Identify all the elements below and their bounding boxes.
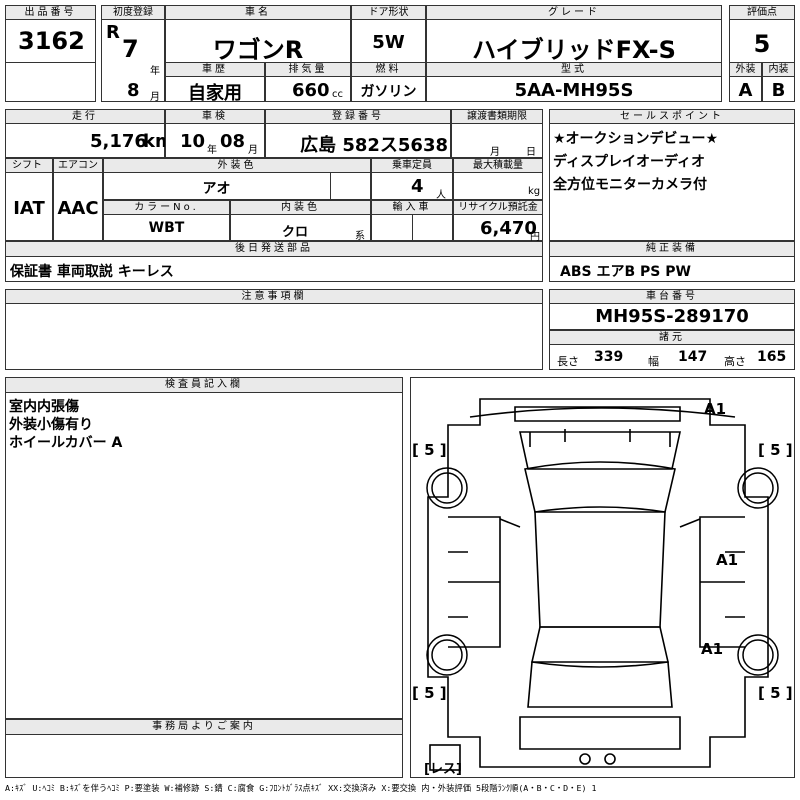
ext-color-header: 外装色 <box>103 158 371 173</box>
width-label: 幅 <box>648 355 659 368</box>
car-body-diagram <box>426 398 779 771</box>
tire-front-right: [ 5 ] <box>758 441 793 459</box>
displacement: 660 <box>292 80 330 101</box>
office-header: 事務局よりご案内 <box>5 719 403 735</box>
ext-color: アオ <box>202 181 231 197</box>
door-header: ドア形状 <box>351 5 426 20</box>
era: R <box>106 22 120 43</box>
recycle-header: リサイクル預託金 <box>453 200 543 215</box>
capacity-header: 乗車定員 <box>371 158 453 173</box>
transfer-day: 日 <box>526 147 536 158</box>
insp-year: 10 <box>180 131 206 152</box>
width: 147 <box>678 349 708 365</box>
import-header: 輸入車 <box>371 200 453 215</box>
later-parts-header: 後日発送部品 <box>5 241 543 257</box>
door-type: 5W <box>372 32 405 53</box>
displacement-header: 排気量 <box>265 62 351 77</box>
insp-month: 08 <box>220 131 246 152</box>
inspector-note-2: 外装小傷有り <box>9 417 93 433</box>
lot-no-header: 出品番号 <box>5 5 96 20</box>
int-color-header: 内装色 <box>230 200 371 215</box>
first-reg-month: 8 <box>127 80 140 101</box>
score-header: 評価点 <box>729 5 795 20</box>
legend: A:ｷｽﾞ U:ﾍｺﾐ B:ｷｽﾞを伴うﾍｺﾐ P:要塗装 W:補修跡 S:錆 … <box>5 783 597 793</box>
sales-point-header: セールスポイント <box>549 109 795 124</box>
grade-header: グレード <box>426 5 722 20</box>
shift: IAT <box>13 198 45 219</box>
transfer-month: 月 <box>490 147 500 158</box>
recycle-amount: 6,470 <box>480 218 537 239</box>
reg-no: 広島 582ス5638 <box>300 135 448 156</box>
length: 339 <box>594 349 624 365</box>
damage-mark-right-rear: A1 <box>701 640 724 658</box>
insp-month-unit: 月 <box>248 145 258 156</box>
year-unit: 年 <box>150 66 160 77</box>
model-header: 型式 <box>426 62 722 77</box>
reg-no-header: 登録番号 <box>265 109 451 124</box>
tire-rear-right: [ 5 ] <box>758 684 793 702</box>
ext-color-divider <box>330 172 371 200</box>
spare-tire-mark: [レス] <box>424 762 462 777</box>
displacement-unit: cc <box>332 89 343 100</box>
chassis-no: MH95S-289170 <box>595 306 749 327</box>
aircon-header: エアコン <box>53 158 103 173</box>
int-color-unit: 系 <box>355 231 365 242</box>
tire-front-left: [ 5 ] <box>412 441 447 459</box>
int-color: クロ <box>282 225 309 240</box>
insp-year-unit: 年 <box>207 145 217 156</box>
damage-mark-right-door: A1 <box>716 551 739 569</box>
chassis-no-header: 車台番号 <box>549 289 795 304</box>
interior-header: 内装 <box>762 62 795 77</box>
history-header: 車歴 <box>165 62 265 77</box>
sales-point-1: ★オークションデビュー★ <box>553 131 719 147</box>
exterior-grade: A <box>738 80 753 101</box>
length-label: 長さ <box>557 355 579 368</box>
lot-no: 3162 <box>18 27 85 55</box>
model: 5AA-MH95S <box>514 80 634 101</box>
capacity: 4 <box>411 176 424 197</box>
car-name-header: 車名 <box>165 5 351 20</box>
history: 自家用 <box>188 83 242 104</box>
inspector-note-3: ホイールカバー A <box>9 435 123 451</box>
color-no-header: カラーNo. <box>103 200 230 215</box>
lot-no-blank <box>5 62 96 102</box>
car-name: ワゴンR <box>212 36 304 64</box>
inspector-header: 検査員記入欄 <box>5 377 403 393</box>
mileage-header: 走行 <box>5 109 165 124</box>
grade: ハイブリッドFX-S <box>472 36 676 64</box>
first-reg-year: 7 <box>122 35 139 63</box>
month-unit: 月 <box>150 92 160 103</box>
sales-point-3: 全方位モニターカメラ付 <box>553 177 707 193</box>
genuine-equip-header: 純正装備 <box>549 241 795 257</box>
office-cell <box>5 734 403 778</box>
damage-mark-front: A1 <box>704 400 727 418</box>
import-divider <box>412 214 453 241</box>
exterior-header: 外装 <box>729 62 762 77</box>
capacity-unit: 人 <box>436 190 446 201</box>
caution-header: 注意事項欄 <box>5 289 543 304</box>
inspection-header: 車検 <box>165 109 265 124</box>
aircon: AAC <box>57 198 99 219</box>
shift-header: シフト <box>5 158 53 173</box>
interior-grade: B <box>771 80 786 101</box>
max-load-header: 最大積載量 <box>453 158 543 173</box>
specs-header: 諸元 <box>549 330 795 345</box>
height: 165 <box>757 349 787 365</box>
fuel-header: 燃料 <box>351 62 426 77</box>
first-reg-header: 初度登録 <box>101 5 165 20</box>
max-load-unit: kg <box>528 186 541 197</box>
genuine-equip: ABS エアB PS PW <box>560 264 691 280</box>
inspector-note-1: 室内内張傷 <box>9 399 79 415</box>
transfer-doc-header: 譲渡書類期限 <box>451 109 543 124</box>
tire-rear-left: [ 5 ] <box>412 684 447 702</box>
mileage: 5,176 <box>90 131 147 152</box>
caution-cell <box>5 303 543 370</box>
fuel: ガソリン <box>360 84 417 100</box>
height-label: 高さ <box>724 355 746 368</box>
score: 5 <box>753 30 771 58</box>
color-no: WBT <box>148 220 185 236</box>
sales-point-2: ディスプレイオーディオ <box>553 154 706 170</box>
later-parts: 保証書 車両取説 キーレス <box>10 264 174 280</box>
